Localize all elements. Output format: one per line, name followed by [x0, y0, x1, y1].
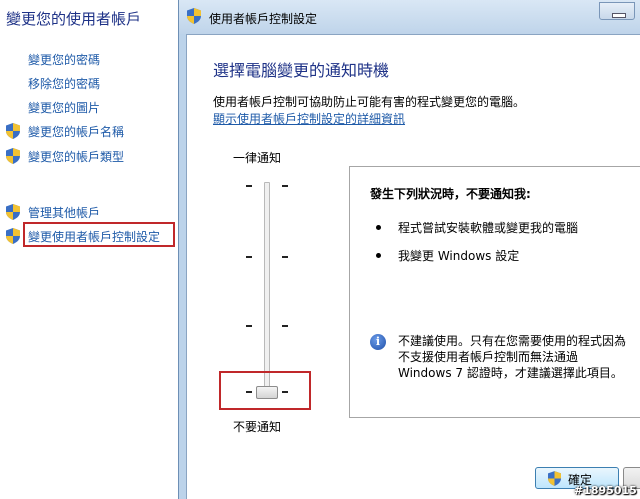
slider-top-label: 一律通知	[233, 151, 282, 165]
dialog-description: 使用者帳戶控制可協助防止可能有害的程式變更您的電腦。	[213, 95, 526, 109]
slider-tick	[282, 256, 288, 258]
level-description-box: 發生下列狀況時，不要通知我: 程式嘗試安裝軟體或變更我的電腦 我變更 Windo…	[349, 166, 640, 418]
highlight-box	[219, 371, 311, 410]
uac-settings-dialog: 使用者帳戶控制設定 選擇電腦變更的通知時機 使用者帳戶控制可協助防止可能有害的程…	[178, 0, 640, 499]
slider-tick	[246, 325, 252, 327]
control-panel-pane: 變更您的使用者帳戶 變更您的密碼 移除您的密碼 變更您的圖片 變更您的帳戶名稱 …	[0, 0, 178, 499]
uac-shield-icon	[187, 8, 201, 24]
highlight-box	[23, 222, 175, 247]
more-info-link[interactable]: 顯示使用者帳戶控制設定的詳細資訊	[213, 110, 405, 127]
list-item: 程式嘗試安裝軟體或變更我的電腦	[398, 221, 579, 235]
description-heading: 發生下列狀況時，不要通知我:	[370, 187, 531, 201]
uac-shield-icon	[6, 204, 20, 220]
slider-tick	[282, 325, 288, 327]
change-account-name-link[interactable]: 變更您的帳戶名稱	[28, 124, 124, 140]
slider-tick	[246, 185, 252, 187]
dialog-content: 選擇電腦變更的通知時機 使用者帳戶控制可協助防止可能有害的程式變更您的電腦。 顯…	[186, 34, 640, 499]
slider-track[interactable]	[264, 182, 270, 394]
manage-other-accounts-link[interactable]: 管理其他帳戶	[28, 205, 100, 221]
uac-shield-icon	[6, 148, 20, 164]
slider-tick	[282, 185, 288, 187]
change-account-type-link[interactable]: 變更您的帳戶類型	[28, 149, 124, 165]
slider-tick	[246, 256, 252, 258]
recommendation-note: 不建議使用。只有在您需要使用的程式因為不支援使用者帳戶控制而無法通過 Windo…	[398, 334, 627, 380]
bullet-icon	[376, 253, 381, 258]
uac-shield-icon	[6, 123, 20, 139]
uac-shield-icon	[548, 471, 561, 486]
watermark: #1895015	[574, 484, 637, 497]
uac-shield-icon	[6, 228, 20, 244]
remove-password-link[interactable]: 移除您的密碼	[28, 76, 100, 92]
list-item: 我變更 Windows 設定	[398, 249, 520, 263]
page-title: 變更您的使用者帳戶	[6, 10, 142, 28]
minimize-button[interactable]	[599, 2, 635, 20]
dialog-title: 使用者帳戶控制設定	[209, 12, 318, 26]
info-icon: i	[370, 334, 386, 350]
change-picture-link[interactable]: 變更您的圖片	[28, 100, 100, 116]
dialog-heading: 選擇電腦變更的通知時機	[213, 61, 390, 80]
title-bar[interactable]: 使用者帳戶控制設定	[179, 0, 640, 34]
slider-bottom-label: 不要通知	[233, 420, 282, 434]
bullet-icon	[376, 225, 381, 230]
change-password-link[interactable]: 變更您的密碼	[28, 52, 100, 68]
